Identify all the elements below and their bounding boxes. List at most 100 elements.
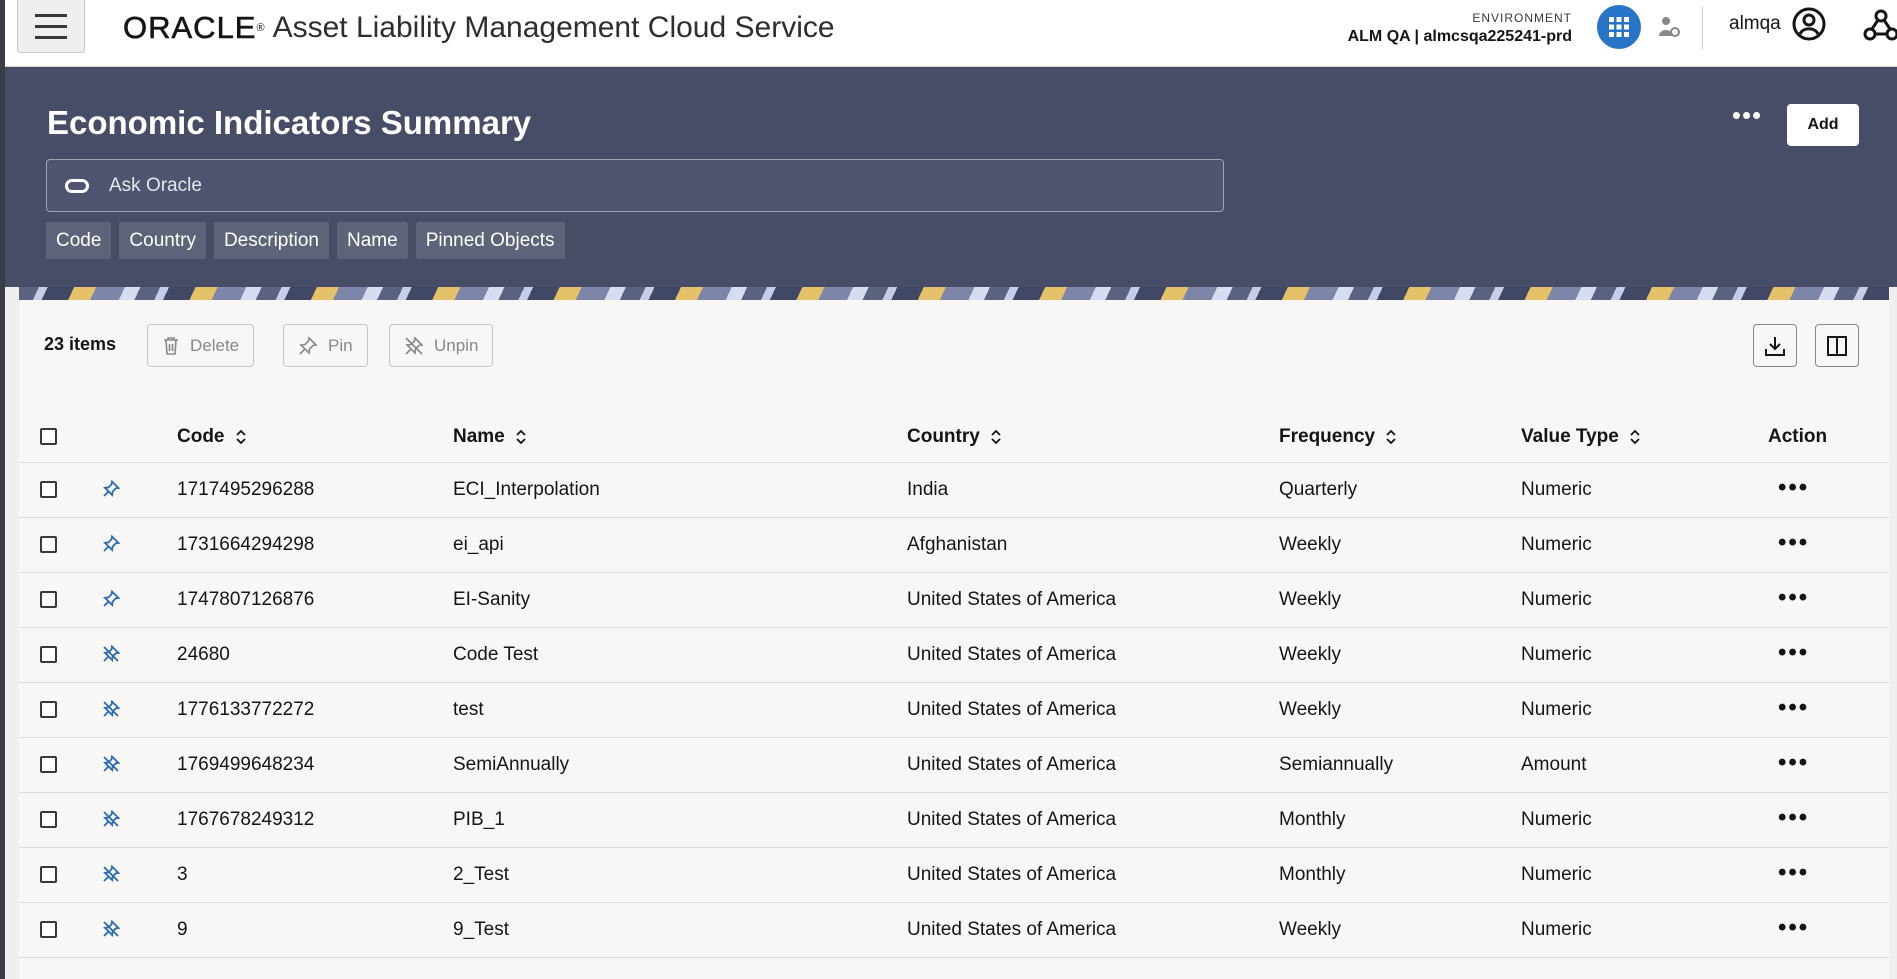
export-button[interactable] [1753, 324, 1797, 367]
cell-value-type: Numeric [1521, 847, 1768, 903]
row-actions-button[interactable]: ••• [1778, 639, 1809, 666]
cell-code: 3 [177, 847, 453, 903]
cell-frequency: Weekly [1279, 902, 1521, 958]
column-header-value-type[interactable]: Value Type [1521, 412, 1768, 463]
decorative-banner [19, 287, 1889, 301]
table-row[interactable]: 24680 Code Test United States of America We… [19, 627, 1889, 683]
chip-description[interactable]: Description [213, 222, 329, 259]
environment-info: ENVIRONMENT ALM QA | almcsqa225241-prd [1348, 11, 1572, 46]
pin-button[interactable]: Pin [283, 324, 368, 367]
row-checkbox[interactable] [40, 645, 57, 663]
column-header-code[interactable]: Code [177, 412, 453, 463]
cell-frequency: Weekly [1279, 682, 1521, 738]
cell-frequency: Quarterly [1279, 462, 1521, 518]
user-avatar-button[interactable] [1791, 6, 1827, 42]
unpin-button[interactable]: Unpin [389, 324, 494, 367]
cell-frequency: Weekly [1279, 517, 1521, 573]
row-checkbox[interactable] [40, 480, 57, 498]
row-checkbox[interactable] [40, 920, 57, 938]
user-name[interactable]: almqa [1729, 13, 1781, 35]
row-checkbox[interactable] [40, 590, 57, 608]
economic-indicators-table: Code Name Country Frequency Value Type A… [19, 412, 1889, 958]
row-actions-button[interactable]: ••• [1778, 694, 1809, 721]
row-checkbox[interactable] [40, 865, 57, 883]
table-row[interactable]: 9 9_Test United States of America Weekly Num… [19, 902, 1889, 958]
chip-country[interactable]: Country [119, 222, 206, 259]
columns-icon [1827, 335, 1847, 356]
column-header-frequency[interactable]: Frequency [1279, 412, 1521, 463]
cell-country: United States of America [907, 847, 1279, 903]
unpinned-icon [103, 755, 121, 773]
row-actions-button[interactable]: ••• [1778, 529, 1809, 556]
top-bar: ORACLE ® Asset Liability Management Clou… [5, 0, 1897, 67]
sort-icon [516, 429, 526, 445]
pin-status[interactable] [90, 572, 177, 628]
ask-oracle-search[interactable] [46, 159, 1224, 212]
table-row[interactable]: 1767678249312 PIB_1 United States of Ameri… [19, 792, 1889, 848]
row-checkbox[interactable] [40, 535, 57, 553]
ask-oracle-input[interactable] [107, 173, 1107, 198]
app-window: ORACLE ® Asset Liability Management Clou… [5, 0, 1897, 979]
cell-country: United States of America [907, 792, 1279, 848]
row-checkbox[interactable] [40, 810, 57, 828]
pin-status[interactable] [90, 847, 177, 903]
unpinned-icon [103, 645, 121, 663]
network-button[interactable] [1861, 6, 1897, 46]
chip-pinned-objects[interactable]: Pinned Objects [415, 222, 565, 259]
add-button[interactable]: Add [1787, 104, 1859, 146]
pin-status[interactable] [90, 517, 177, 573]
table-row[interactable]: 1717495296288 ECI_Interpolation India Quart… [19, 462, 1889, 518]
table-row[interactable]: 1776133772272 test United States of Americ… [19, 682, 1889, 738]
row-checkbox[interactable] [40, 700, 57, 718]
table-row[interactable]: 1731664294298 ei_api Afghanistan Weekly Nume… [19, 517, 1889, 573]
column-header-country[interactable]: Country [907, 412, 1279, 463]
cell-frequency: Monthly [1279, 792, 1521, 848]
pin-icon [103, 535, 121, 553]
cell-frequency: Semiannually [1279, 737, 1521, 793]
unpin-icon [405, 335, 424, 355]
cell-country: Afghanistan [907, 517, 1279, 573]
cell-frequency: Monthly [1279, 847, 1521, 903]
row-actions-button[interactable]: ••• [1778, 474, 1809, 501]
table-row[interactable]: 1747807126876 EI-Sanity United States of A… [19, 572, 1889, 628]
hamburger-menu-button[interactable] [17, 0, 85, 53]
delete-button[interactable]: Delete [147, 324, 255, 367]
pin-status[interactable] [90, 627, 177, 683]
person-settings-icon [1659, 17, 1680, 37]
cell-code: 24680 [177, 627, 453, 683]
chip-code[interactable]: Code [46, 222, 112, 259]
pin-status[interactable] [90, 462, 177, 518]
pin-status[interactable] [90, 682, 177, 738]
row-actions-button[interactable]: ••• [1778, 584, 1809, 611]
select-all-checkbox[interactable] [40, 428, 57, 446]
pin-status[interactable] [90, 737, 177, 793]
row-actions-button[interactable]: ••• [1778, 914, 1809, 941]
unpinned-icon [103, 865, 121, 883]
menu-icon [35, 10, 67, 43]
column-header-name[interactable]: Name [453, 412, 907, 463]
cell-value-type: Numeric [1521, 517, 1768, 573]
row-checkbox[interactable] [40, 755, 57, 773]
row-actions-button[interactable]: ••• [1778, 859, 1809, 886]
row-actions-button[interactable]: ••• [1778, 804, 1809, 831]
filter-chips: Code Country Description Name Pinned Obj… [46, 222, 565, 259]
accessibility-button[interactable] [1656, 14, 1682, 40]
cell-value-type: Numeric [1521, 902, 1768, 958]
table-row[interactable]: 3 2_Test United States of America Monthly Nu… [19, 847, 1889, 903]
app-grid-button[interactable] [1597, 5, 1641, 49]
unpin-label: Unpin [434, 335, 479, 355]
cell-value-type: Numeric [1521, 792, 1768, 848]
pin-status[interactable] [90, 792, 177, 848]
pin-status[interactable] [90, 902, 177, 958]
environment-label: ENVIRONMENT [1472, 11, 1572, 25]
row-actions-button[interactable]: ••• [1778, 749, 1809, 776]
columns-button[interactable] [1815, 324, 1859, 367]
app-name: Asset Liability Management Cloud Service [272, 11, 835, 44]
cell-country: United States of America [907, 902, 1279, 958]
table-row[interactable]: 1769499648234 SemiAnnually United States o… [19, 737, 1889, 793]
network-icon [1863, 9, 1897, 41]
pin-label: Pin [328, 335, 353, 355]
cell-name: PIB_1 [453, 792, 907, 848]
more-actions-button[interactable]: ••• [1727, 102, 1767, 135]
chip-name[interactable]: Name [337, 222, 408, 259]
